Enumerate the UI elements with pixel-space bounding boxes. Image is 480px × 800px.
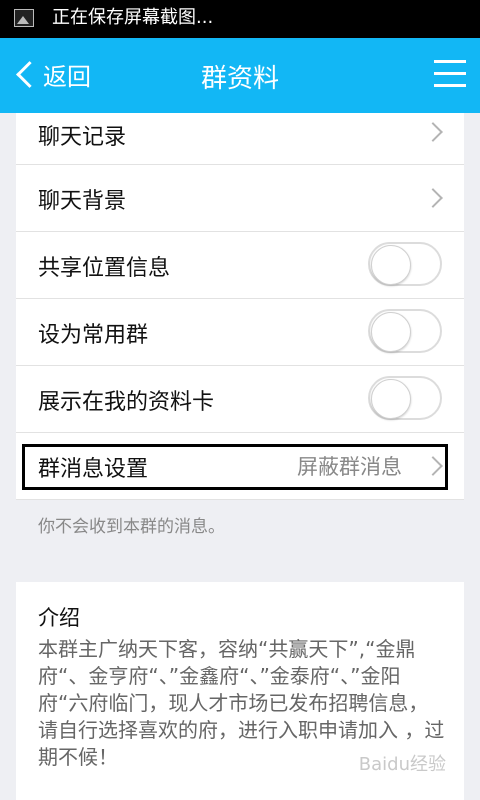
settings-list: 聊天记录 聊天背景 共享位置信息 设为常用群 展示在我的资料卡 群消息设置 屏蔽…: [16, 113, 464, 500]
toggle-knob: [371, 379, 411, 419]
menu-icon[interactable]: [434, 60, 466, 90]
share-location-row: 共享位置信息: [16, 232, 464, 299]
row-label: 展示在我的资料卡: [38, 390, 215, 415]
show-on-profile-toggle[interactable]: [368, 376, 442, 420]
intro-title: 介绍: [38, 606, 80, 630]
watermark: Baidu经验: [358, 754, 446, 775]
status-bar: 正在保存屏幕截图...: [0, 0, 480, 38]
chevron-right-icon: [423, 188, 443, 208]
status-text: 正在保存屏幕截图...: [52, 7, 214, 28]
chat-history-row[interactable]: 聊天记录: [16, 113, 464, 165]
row-label: 共享位置信息: [38, 256, 171, 281]
set-common-group-row: 设为常用群: [16, 299, 464, 366]
toggle-knob: [371, 245, 411, 285]
show-on-profile-row: 展示在我的资料卡: [16, 366, 464, 433]
chat-background-row[interactable]: 聊天背景: [16, 165, 464, 232]
page-title: 群资料: [200, 64, 279, 94]
highlight-box: [22, 444, 448, 490]
row-label: 聊天背景: [38, 189, 127, 214]
toggle-knob: [371, 312, 411, 352]
row-label: 聊天记录: [38, 125, 127, 150]
header-bar: 返回 群资料: [0, 38, 480, 113]
chevron-right-icon: [423, 122, 443, 142]
share-location-toggle[interactable]: [368, 242, 442, 286]
row-label: 设为常用群: [38, 323, 149, 348]
message-note: 你不会收到本群的消息。: [38, 517, 225, 537]
common-group-toggle[interactable]: [368, 309, 442, 353]
image-icon: [14, 9, 34, 27]
